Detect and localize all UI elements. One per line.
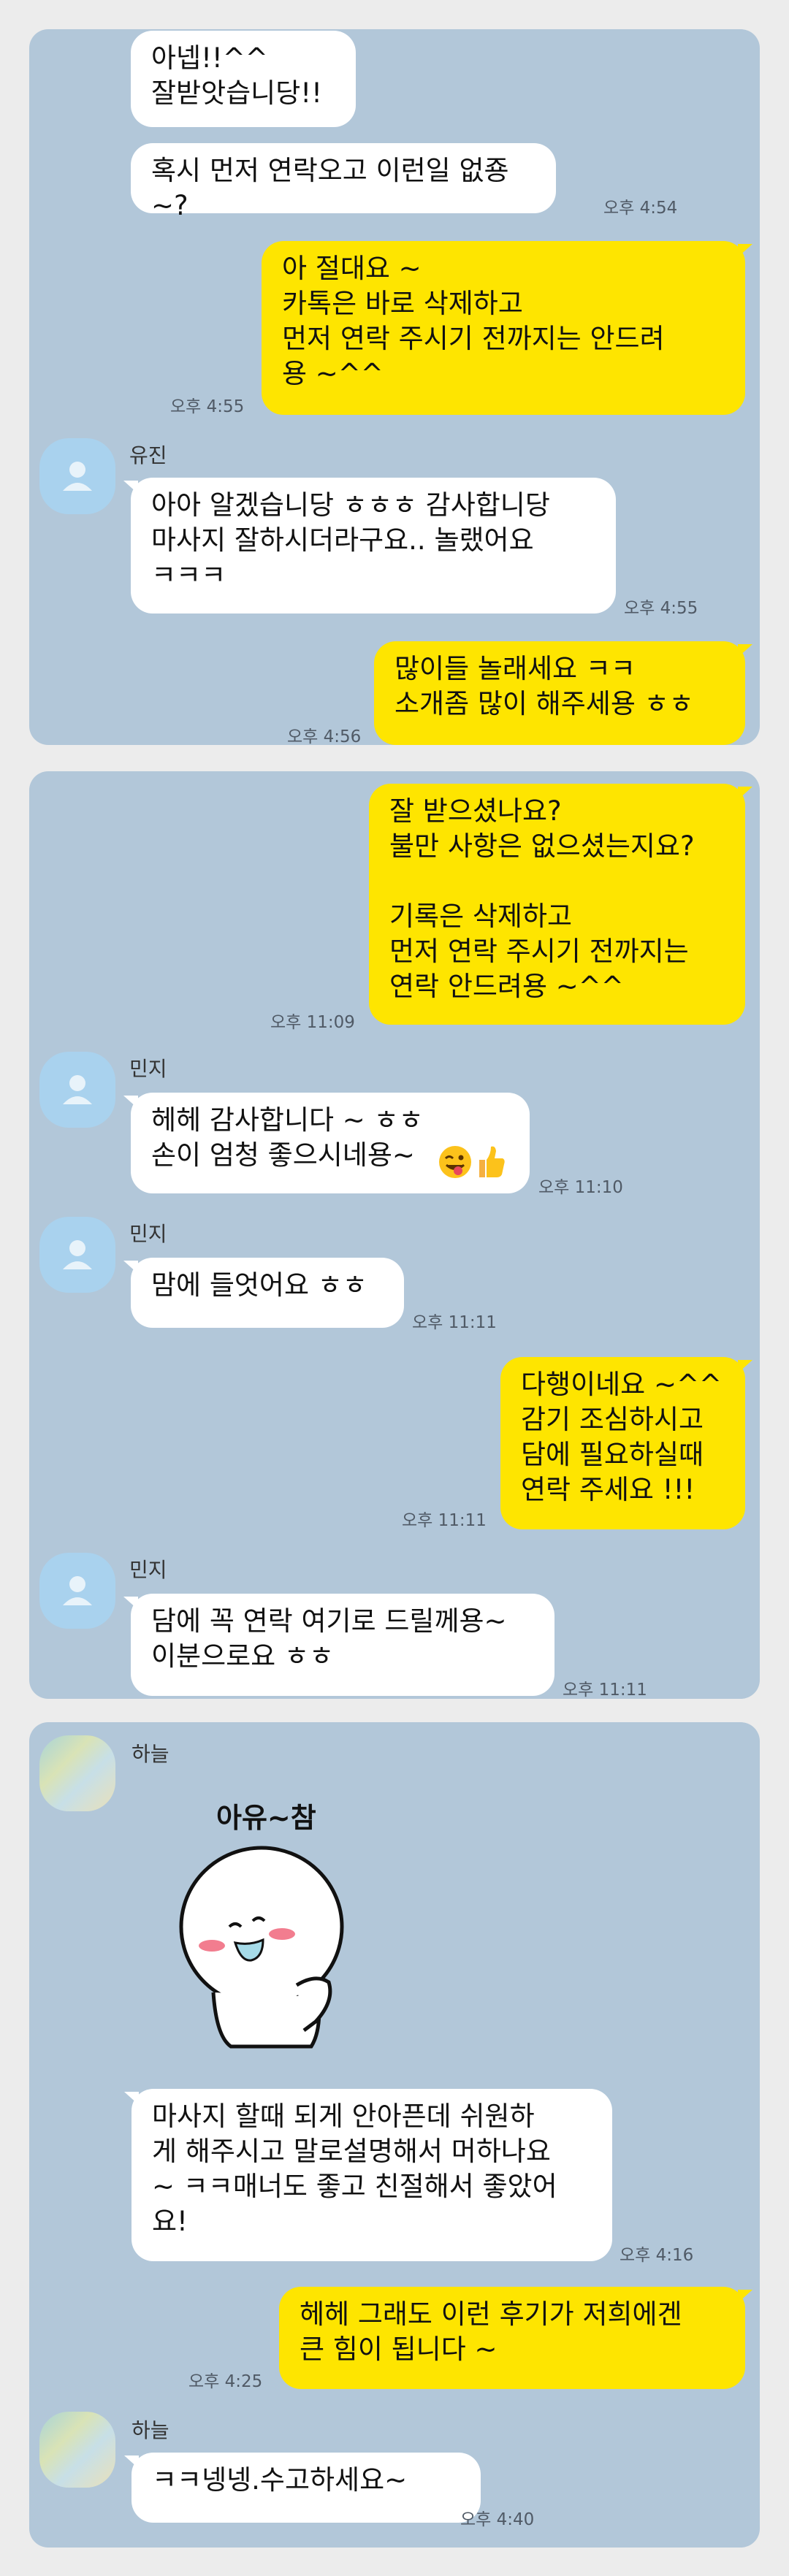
blushing-character-icon — [179, 1846, 344, 2049]
avatar[interactable] — [39, 1553, 115, 1629]
message-time: 오후 4:55 — [624, 599, 698, 618]
sender-name: 하늘 — [132, 2418, 169, 2442]
sender-name: 민지 — [129, 1558, 167, 1582]
avatar[interactable] — [39, 1735, 115, 1811]
message-bubble[interactable]: 헤헤 그래도 이런 후기가 저희에겐 큰 힘이 됩니다 ~ — [279, 2287, 752, 2389]
chat-panel-2: 잘 받으셨나요? 불만 사항은 없으셨는지요? 기록은 삭제하고 먼저 연락 주… — [29, 771, 760, 1699]
message-bubble[interactable]: ㅋㅋ넹넹.수고하세요~ — [124, 2453, 481, 2523]
thumbs-up-emoji — [479, 1146, 505, 1177]
default-profile-icon — [63, 1240, 92, 1269]
default-profile-icon — [63, 1576, 92, 1605]
message-bubble[interactable]: 많이들 놀래세요 ㅋㅋ 소개좀 많이 해주세용 ㅎㅎ — [374, 641, 752, 745]
message-bubble[interactable]: 마사지 할때 되게 안아픈데 쉬원하 게 해주시고 말로설명해서 머하나요 ~ … — [124, 2089, 612, 2261]
sticker-caption: 아유~참 — [216, 1802, 316, 1834]
default-profile-icon — [63, 462, 92, 491]
avatar[interactable] — [39, 2412, 115, 2488]
default-profile-icon — [63, 1075, 92, 1104]
message-bubble[interactable]: 잘 받으셨나요? 불만 사항은 없으셨는지요? 기록은 삭제하고 먼저 연락 주… — [369, 784, 752, 1025]
message-time: 오후 11:09 — [270, 1013, 355, 1032]
message-time: 오후 11:11 — [402, 1511, 487, 1530]
message-bubble[interactable]: 아 절대요 ~ 카톡은 바로 삭제하고 먼저 연락 주시기 전까지는 안드려 용… — [262, 241, 752, 415]
message-time: 오후 4:40 — [460, 2510, 535, 2529]
chat-panel-1: 아넵!!^^ 잘받앗습니당!! 혹시 먼저 연락오고 이런일 없죵~? 오후 4… — [29, 29, 760, 745]
message-bubble[interactable]: 맘에 들엇어요 ㅎㅎ — [123, 1258, 404, 1328]
message-bubble[interactable]: 다행이네요 ~^^ 감기 조심하시고 담에 필요하실때 연락 주세요 !!! — [500, 1357, 752, 1529]
avatar[interactable] — [39, 1052, 115, 1128]
message-time: 오후 4:16 — [620, 2246, 694, 2265]
sticker[interactable]: 아유~참 — [172, 1795, 362, 2058]
tongue-wink-emoji — [439, 1146, 471, 1178]
message-time: 오후 11:10 — [538, 1178, 623, 1197]
sender-name: 민지 — [129, 1222, 167, 1246]
sender-name: 민지 — [129, 1057, 167, 1081]
message-bubble[interactable]: 담에 꼭 연락 여기로 드릴께용~ 이분으로요 ㅎㅎ — [123, 1594, 554, 1696]
avatar[interactable] — [39, 1217, 115, 1293]
message-bubble[interactable]: 혹시 먼저 연락오고 이런일 없죵~? — [131, 143, 556, 221]
avatar[interactable] — [39, 438, 115, 514]
sender-name: 하늘 — [132, 1742, 169, 1766]
message-bubble[interactable]: 아넵!!^^ 잘받앗습니당!! — [131, 31, 356, 127]
chat-panel-3: 하늘 아유~참 마사지 할때 되게 안아픈데 쉬원하 게 해주시고 말로설명해서… — [29, 1722, 760, 2548]
message-time: 오후 11:11 — [563, 1681, 647, 1699]
message-bubble[interactable]: 아아 알겠습니당 ㅎㅎㅎ 감사합니당 마사지 잘하시더라구요.. 놀랬어요 ㅋㅋ… — [123, 478, 616, 614]
sender-name: 유진 — [129, 443, 167, 467]
message-time: 오후 4:25 — [188, 2372, 263, 2391]
message-time: 오후 4:55 — [170, 397, 245, 416]
message-time: 오후 4:54 — [603, 199, 678, 218]
message-time: 오후 4:56 — [287, 727, 362, 745]
message-time: 오후 11:11 — [412, 1313, 497, 1332]
